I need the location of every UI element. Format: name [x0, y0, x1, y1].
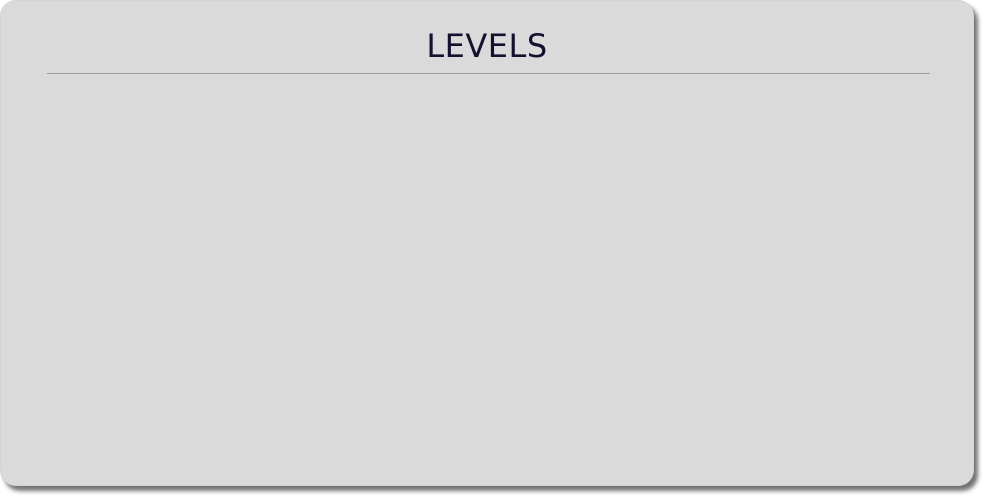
panel-header: LEVELS [0, 0, 974, 74]
levels-list-area [0, 75, 974, 486]
title-divider [47, 73, 930, 74]
panel-title: LEVELS [426, 27, 548, 65]
levels-panel: LEVELS [0, 0, 974, 486]
